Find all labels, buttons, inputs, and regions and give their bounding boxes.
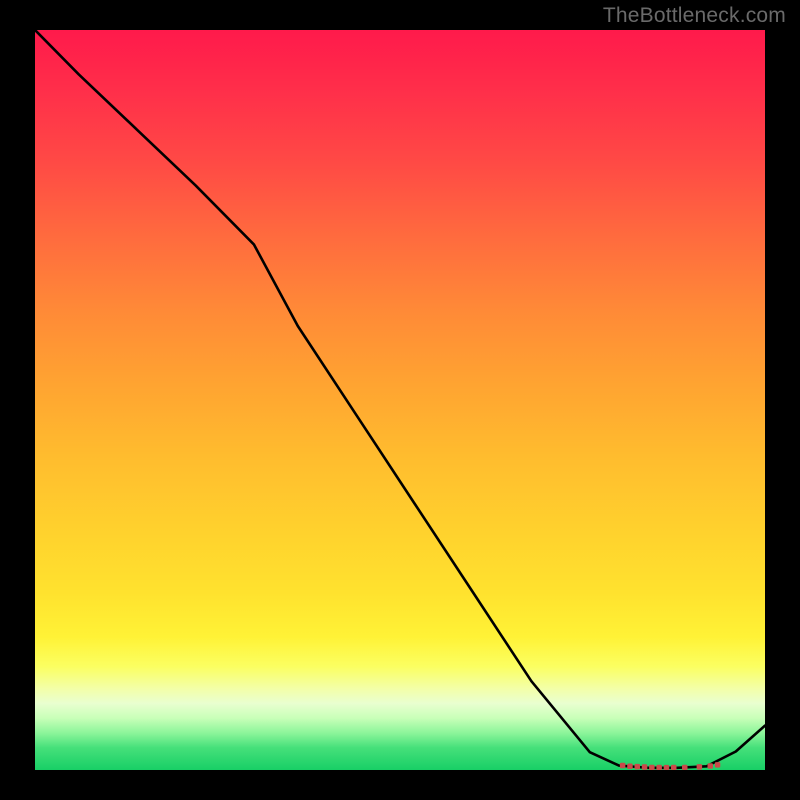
chart-frame: TheBottleneck.com [0, 0, 800, 800]
marker-dot [620, 763, 626, 769]
marker-dot [682, 765, 688, 770]
marker-dot [671, 765, 677, 770]
marker-dot [649, 765, 655, 770]
chart-overlay [35, 30, 765, 770]
marker-dot [664, 765, 670, 770]
bottleneck-curve [35, 30, 765, 768]
watermark-text: TheBottleneck.com [603, 4, 786, 28]
plot-area [35, 30, 765, 770]
marker-dot [635, 764, 641, 770]
marker-dot [697, 764, 703, 770]
marker-dot [642, 764, 648, 770]
marker-dot [715, 762, 721, 768]
marker-dot [627, 764, 633, 770]
marker-dot [656, 765, 662, 770]
marker-dot [708, 763, 714, 769]
